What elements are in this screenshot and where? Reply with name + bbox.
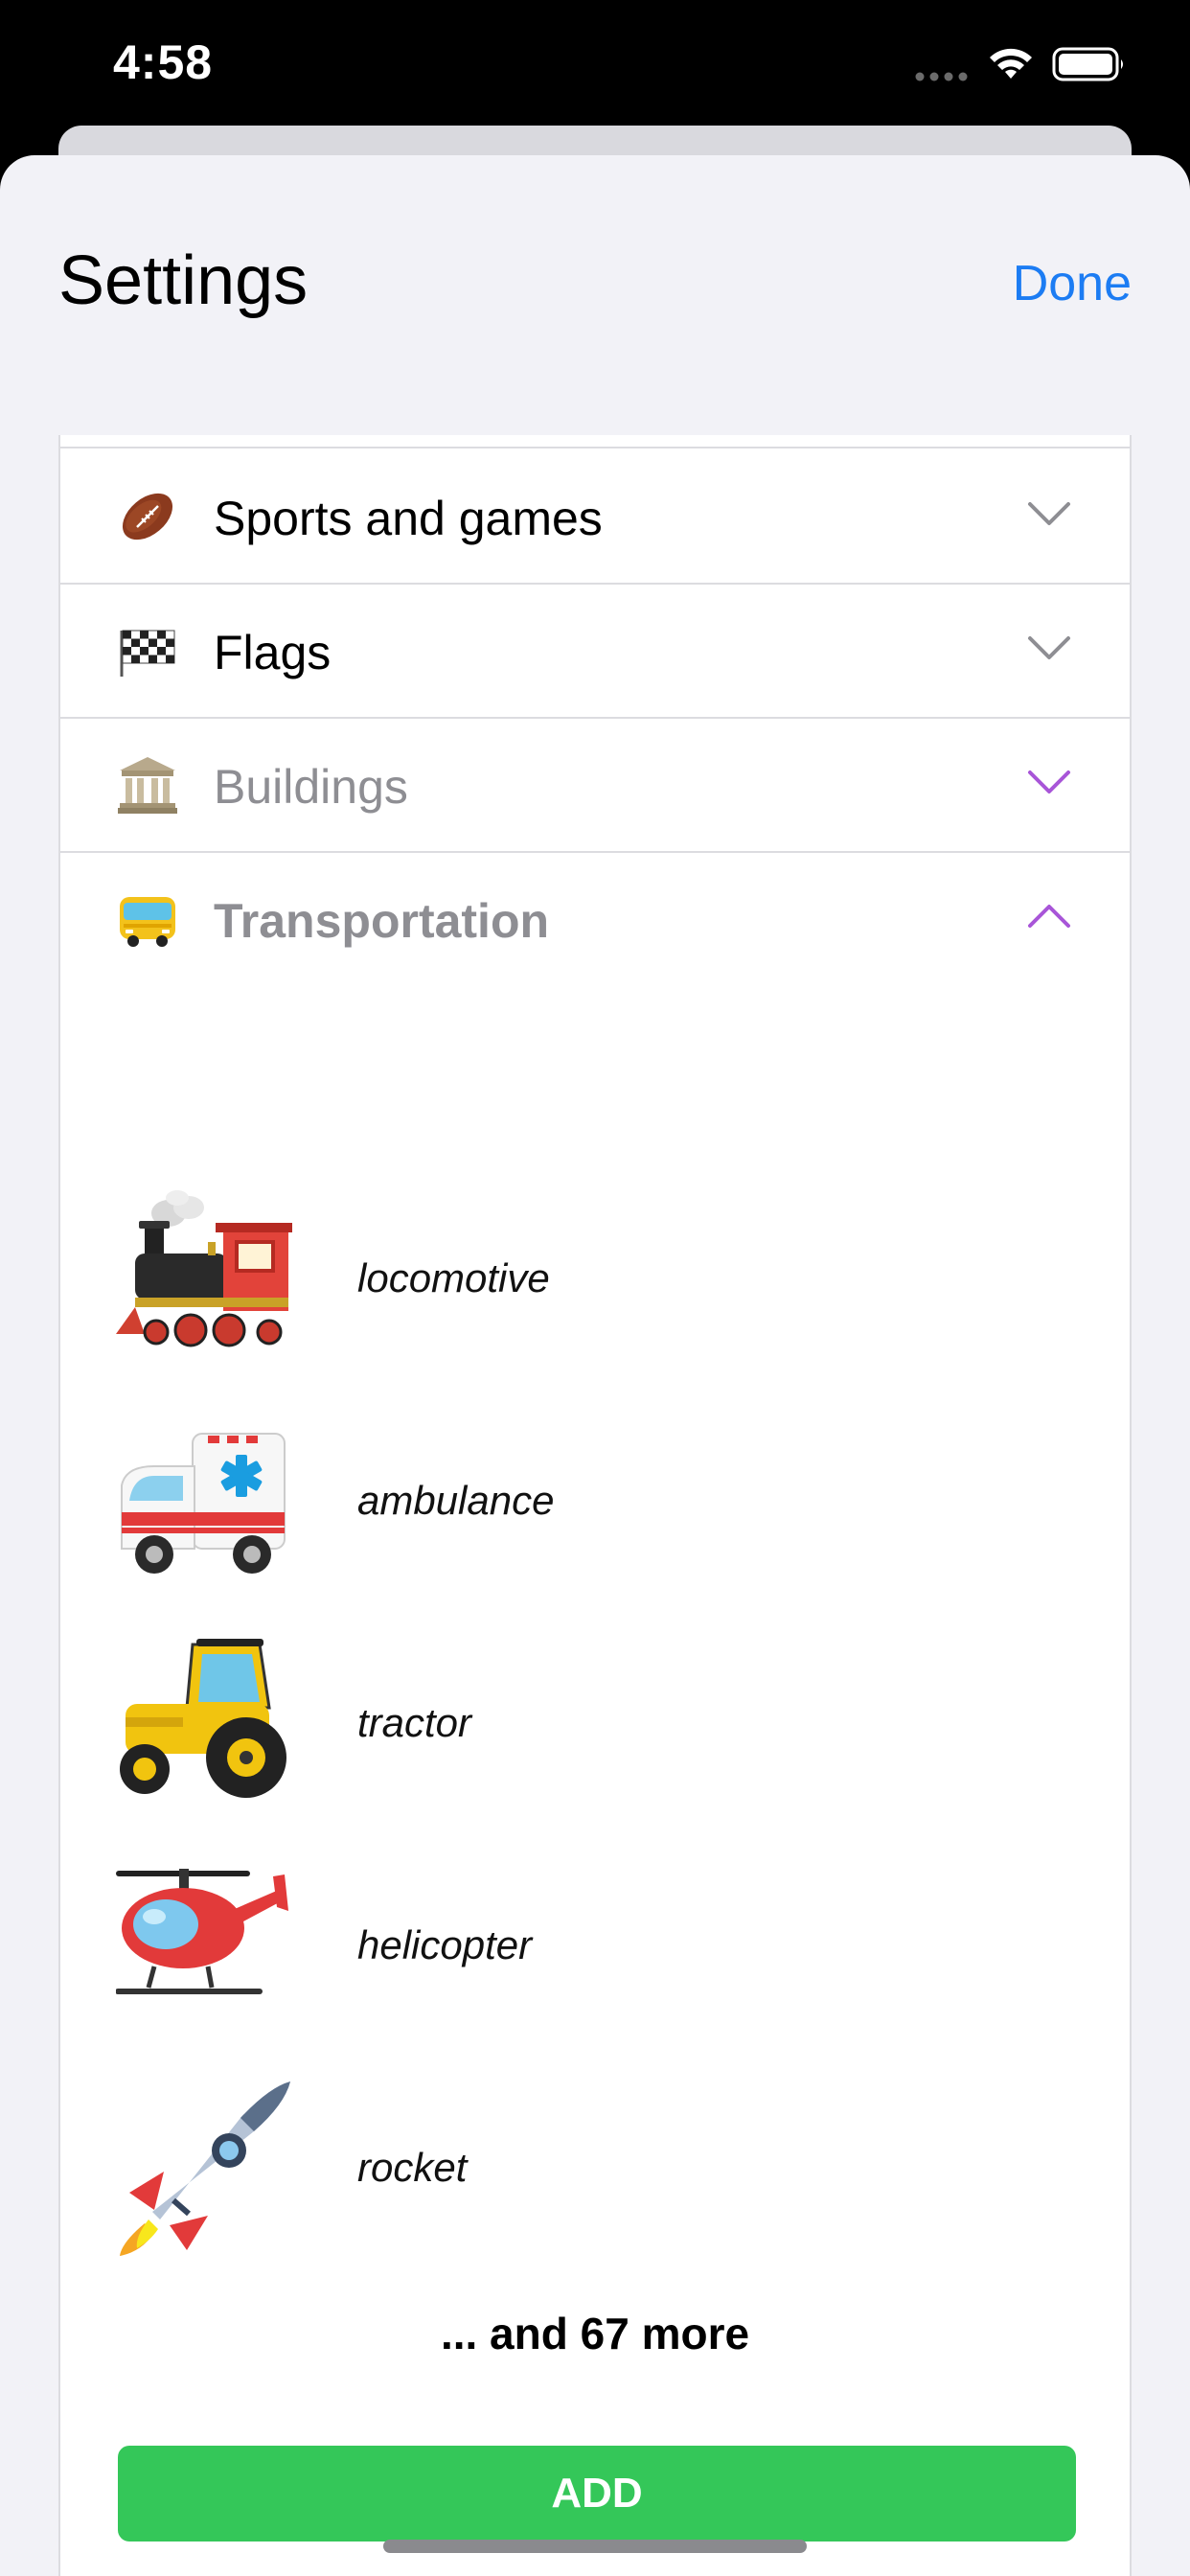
page-title: Settings [58, 242, 309, 319]
chevron-down-icon [1028, 636, 1070, 659]
home-indicator[interactable] [383, 2540, 807, 2553]
category-label: Buildings [214, 760, 408, 814]
cellular-signal-icon [915, 72, 968, 81]
item-label: tractor [357, 1700, 472, 1745]
list-top-divider [60, 435, 1130, 448]
item-label: ambulance [357, 1478, 555, 1523]
category-row-flags[interactable]: Flags [60, 585, 1130, 719]
list-item-rocket[interactable]: rocket [116, 2080, 1074, 2262]
status-bar: 4:58 [0, 0, 1190, 134]
chevron-up-icon [1028, 905, 1070, 928]
add-button[interactable]: ADD [118, 2446, 1076, 2542]
rocket-icon [120, 2082, 290, 2256]
wifi-icon [990, 48, 1032, 79]
status-time: 4:58 [113, 35, 214, 89]
done-button[interactable]: Done [1013, 255, 1132, 312]
category-label: Transportation [214, 894, 550, 948]
settings-sheet: Settings Done Sports and games Flags Bui… [0, 155, 1190, 2576]
locomotive-icon [116, 1190, 292, 1347]
category-row-sports[interactable]: Sports and games [60, 450, 1130, 585]
classical-building-icon [118, 757, 177, 814]
bus-icon [120, 897, 175, 947]
item-label: locomotive [357, 1255, 550, 1300]
category-list: Sports and games Flags Buildings Transpo… [58, 435, 1132, 2576]
more-items-text: ... and 67 more [440, 2309, 750, 2358]
category-row-buildings[interactable]: Buildings [60, 719, 1130, 853]
football-icon [122, 493, 173, 540]
chevron-down-icon [1028, 502, 1070, 525]
category-label: Flags [214, 626, 332, 679]
helicopter-icon [116, 1869, 288, 1994]
checkered-flag-icon [120, 630, 175, 677]
item-label: rocket [357, 2145, 468, 2190]
category-label: Sports and games [214, 492, 603, 545]
list-item-locomotive[interactable]: locomotive [116, 1190, 1074, 1372]
category-row-transportation[interactable]: Transportation [60, 853, 1130, 987]
list-item-tractor[interactable]: tractor [116, 1635, 1074, 1817]
tractor-icon [120, 1639, 286, 1798]
list-item-ambulance[interactable]: ambulance [116, 1413, 1074, 1595]
item-label: helicopter [357, 1922, 533, 1967]
battery-icon [1052, 47, 1123, 81]
list-item-helicopter[interactable]: helicopter [116, 1857, 1074, 2039]
ambulance-icon [121, 1433, 286, 1574]
chevron-down-icon [1028, 770, 1070, 794]
